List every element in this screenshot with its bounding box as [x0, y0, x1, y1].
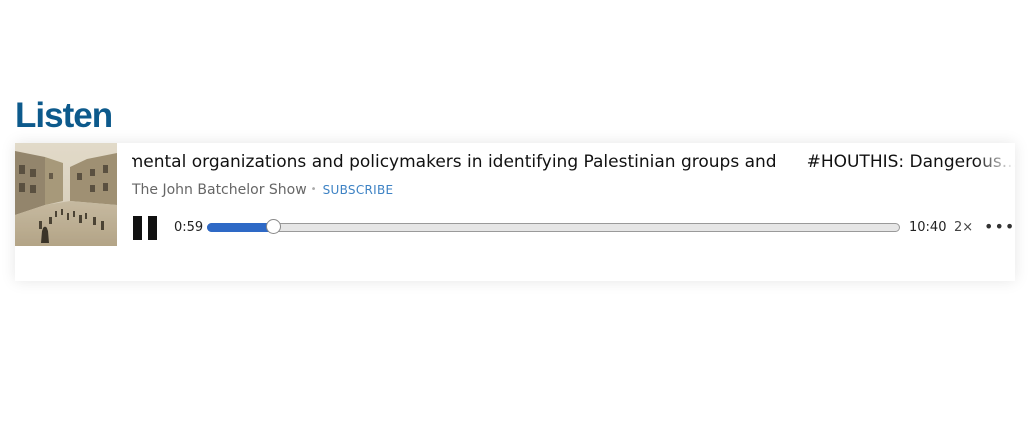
show-info: The John Batchelor Show • SUBSCRIBE — [132, 179, 393, 199]
episode-title-current: ımental organizations and policymakers i… — [132, 152, 777, 172]
more-options-icon[interactable]: ••• — [984, 219, 1015, 235]
progress-slider[interactable] — [207, 219, 900, 234]
street-scene-photo-icon — [15, 143, 117, 246]
subscribe-button[interactable]: SUBSCRIBE — [323, 183, 394, 197]
progress-handle[interactable] — [266, 219, 281, 234]
elapsed-time: 0:59 — [174, 220, 204, 235]
pause-icon — [133, 216, 142, 240]
progress-fill — [207, 223, 274, 232]
separator-dot: • — [310, 183, 317, 195]
playback-speed-button[interactable]: 2× — [954, 220, 973, 236]
podcast-player: ımental organizations and policymakers i… — [15, 143, 1015, 281]
episode-title-ticker[interactable]: ımental organizations and policymakers i… — [132, 149, 1015, 175]
pause-icon-bar — [148, 216, 157, 240]
pause-button[interactable] — [133, 216, 159, 240]
episode-artwork[interactable] — [15, 143, 117, 246]
ticker-fade — [975, 149, 1015, 175]
total-duration: 10:40 — [909, 220, 947, 235]
show-name[interactable]: The John Batchelor Show — [132, 182, 307, 198]
listen-heading: Listen — [15, 96, 113, 135]
